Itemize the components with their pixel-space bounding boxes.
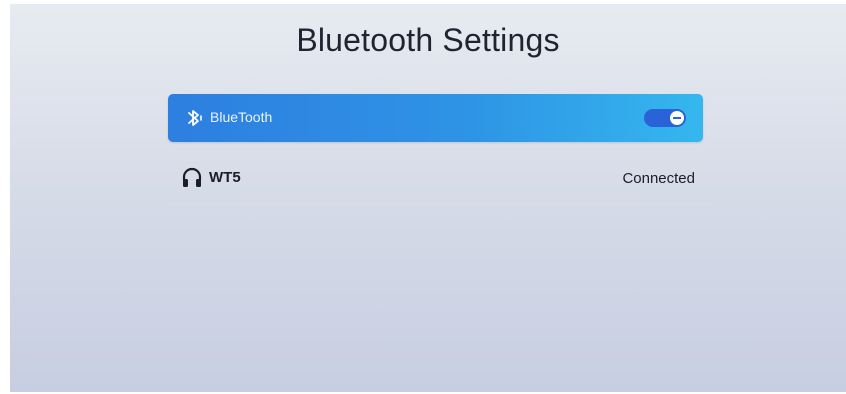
headphones-icon xyxy=(181,166,203,188)
page-title: Bluetooth Settings xyxy=(296,22,560,58)
device-list-item[interactable]: WT5 Connected xyxy=(168,154,713,205)
toggle-knob xyxy=(670,111,684,125)
bluetooth-icon xyxy=(186,107,204,129)
settings-screen: Bluetooth Settings BlueTooth WT5 Connect… xyxy=(10,4,846,392)
bluetooth-toggle-switch[interactable] xyxy=(644,109,686,127)
bluetooth-toggle-row[interactable]: BlueTooth xyxy=(168,94,703,142)
device-status: Connected xyxy=(622,170,695,187)
device-name: WT5 xyxy=(209,169,241,186)
bluetooth-label: BlueTooth xyxy=(210,109,273,125)
